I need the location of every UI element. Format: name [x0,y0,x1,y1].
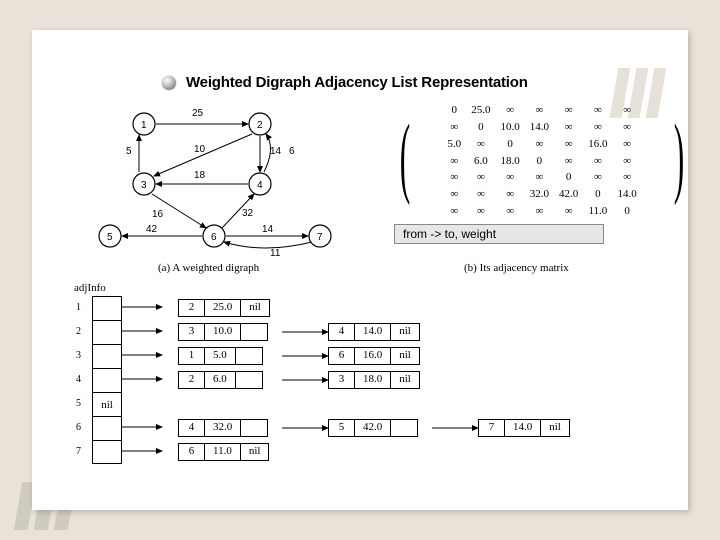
svg-text:6: 6 [211,232,217,243]
svg-text:18: 18 [194,170,206,181]
title-row: Weighted Digraph Adjacency List Represen… [162,74,528,91]
svg-text:4: 4 [257,180,263,191]
svg-text:5: 5 [107,232,113,243]
svg-text:14: 14 [262,224,274,235]
svg-text:3: 3 [141,180,147,191]
svg-text:25: 25 [192,108,204,119]
svg-text:42: 42 [146,224,158,235]
svg-text:1: 1 [141,120,147,131]
from-to-weight-label: from -> to, weight [394,224,604,244]
slide-title: Weighted Digraph Adjacency List Represen… [186,74,528,91]
caption-b: (b) Its adjacency matrix [464,262,569,274]
svg-text:32: 32 [242,208,254,219]
svg-text:6: 6 [289,146,295,157]
slide-frame: Weighted Digraph Adjacency List Represen… [32,30,688,510]
svg-text:5: 5 [126,146,132,157]
paren-left-icon: ( [400,96,410,218]
svg-text:10: 10 [194,144,206,155]
paren-right-icon: ) [674,96,684,218]
svg-text:16: 16 [152,209,164,220]
list-node: 611.0nil [178,443,269,461]
svg-text:11: 11 [270,248,281,259]
svg-text:2: 2 [257,120,263,131]
weighted-digraph: 1 2 3 4 5 6 7 25 10 14 6 5 16 18 32 42 1… [84,102,374,270]
caption-a: (a) A weighted digraph [158,262,259,274]
bullet-icon [162,76,176,90]
adjacency-list: adjInfo nil 1225.0nil2310.0414.0nil315.0… [72,288,712,528]
svg-text:14: 14 [270,146,282,157]
adjacency-matrix: ( ) 025.0∞∞∞∞∞∞010.014.0∞∞∞5.0∞0∞∞16.0∞∞… [402,96,682,220]
svg-text:7: 7 [317,232,323,243]
